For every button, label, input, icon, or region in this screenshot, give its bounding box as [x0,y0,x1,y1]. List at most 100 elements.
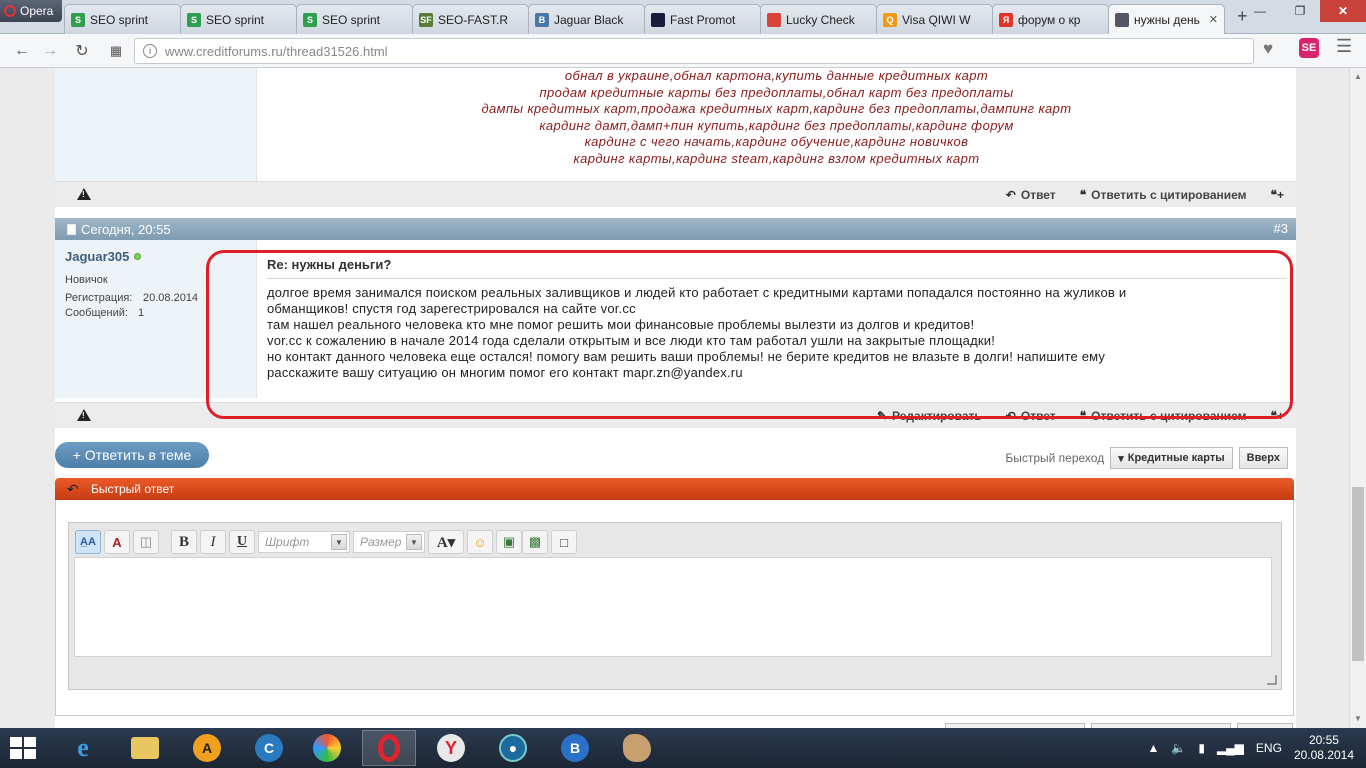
seo-extension-button[interactable]: SE [1299,38,1319,58]
reply-to-thread-button[interactable]: + Ответить в теме [55,442,209,468]
tab-close-icon[interactable]: ✕ [1209,13,1218,26]
report-warning-icon[interactable] [77,188,91,200]
smiley-icon[interactable]: ☺ [467,530,493,554]
browser-tab-10[interactable]: нужны день ✕ [1108,4,1225,34]
post-content: Re: нужны деньги? долгое время занимался… [257,240,1296,398]
opera-icon [378,734,400,762]
bookmark-heart-icon[interactable]: ♥ [1263,39,1273,59]
post-author[interactable]: Jaguar305 [65,249,256,264]
signature-line: дампы кредитных карт,продажа кредитных к… [481,101,1072,117]
reply-button[interactable]: ↶ Ответ [1006,409,1056,423]
browser-tab-2[interactable]: S SEO sprint [180,4,297,34]
windows-start-button[interactable] [10,737,38,759]
edit-post-button[interactable]: ✎ Редактировать [877,409,982,423]
message-textarea[interactable] [74,557,1272,657]
window-controls: — ❐ ✕ [1240,0,1366,22]
tab-favicon-icon [767,12,781,27]
tab-favicon-icon [1115,12,1129,27]
taskbar-media-player[interactable]: ● [486,730,540,766]
remove-format-icon[interactable]: A [104,530,130,554]
tray-clock[interactable]: 20:55 20.08.2014 [1294,733,1354,763]
taskbar-app-ball[interactable] [300,730,354,766]
collapse-arrow-icon[interactable]: ↶ [67,481,79,498]
sidebar-toggle-icon[interactable]: ☰ [1336,36,1352,57]
quick-reply-panel: A̲A A ◫ B I U Шрифт ▼ Размер ▼ A▾ ☺ ▣ ▩ □ [55,500,1294,716]
reload-button[interactable]: ↻ [72,41,92,61]
taskbar-opera[interactable] [362,730,416,766]
taskbar-app-b[interactable]: B [548,730,602,766]
insert-image-icon[interactable]: ▣ [496,530,522,554]
browser-tab-1[interactable]: S SEO sprint [64,4,181,34]
italic-button[interactable]: I [200,530,226,554]
opera-menu-label: Opera [20,4,54,18]
post-number-link[interactable]: #3 [1274,221,1288,236]
opera-menu-button[interactable]: Opera [0,0,62,22]
font-select[interactable]: Шрифт ▼ [258,531,350,553]
close-window-button[interactable]: ✕ [1320,0,1366,22]
reply-arrow-icon: ↶ [1005,188,1016,202]
scrollbar-thumb[interactable] [1352,487,1364,661]
tab-label: форум о кр [1018,12,1081,27]
prev-post-signature: обнал в украине,обнал картона,купить дан… [257,68,1296,168]
report-warning-icon[interactable] [77,409,91,421]
signature-line: кардинг с чего начать,кардинг обучение,к… [584,134,969,150]
browser-tab-5[interactable]: B Jaguar Black [528,4,645,34]
media-disc-icon: ● [499,734,527,762]
browser-tab-4[interactable]: SF SEO-FAST.R [412,4,529,34]
tab-label: нужны день [1134,12,1200,27]
quick-nav-select[interactable]: ▾ Кредитные карты [1110,447,1233,469]
page-scrollbar[interactable]: ▲ ▼ [1349,68,1366,728]
browser-tab-3[interactable]: S SEO sprint [296,4,413,34]
address-bar[interactable]: i www.creditforums.ru/thread31526.html [134,38,1254,64]
tab-label: SEO-FAST.R [438,12,509,27]
speed-dial-grid-icon[interactable]: ▦ [106,41,126,61]
browser-tab-8[interactable]: Q Visa QIWI W [876,4,993,34]
taskbar-app-c[interactable]: C [242,730,296,766]
tab-favicon-icon: S [187,12,201,27]
browser-tab-7[interactable]: Lucky Check [760,4,877,34]
maximize-button[interactable]: ❐ [1280,0,1320,22]
bold-button[interactable]: B [171,530,197,554]
multiquote-button[interactable]: ❝+ [1271,409,1284,423]
scroll-down-icon[interactable]: ▼ [1354,714,1362,723]
quick-reply-header[interactable]: ↶ Быстрый ответ [55,478,1294,500]
scroll-top-button[interactable]: Вверх [1238,447,1288,469]
prev-quote-button[interactable]: ❝ Ответить с цитированием [1080,188,1247,202]
taskbar-paint[interactable] [610,730,664,766]
author-name[interactable]: Jaguar305 [65,249,129,264]
taskbar-internet-explorer[interactable]: e [56,730,110,766]
tray-expand-icon[interactable]: ▲ [1148,741,1160,755]
taskbar-yandex[interactable]: Y [424,730,478,766]
signal-icon[interactable]: ▂▄▆ [1217,741,1244,755]
quote-bubble-icon: ❝ [1079,188,1087,202]
switch-editor-mode-icon[interactable]: A̲A [75,530,101,554]
taskbar-aimp[interactable]: A [180,730,234,766]
insert-quote-icon[interactable]: □ [551,530,577,554]
text-color-button[interactable]: A▾ [428,530,464,554]
browser-tab-6[interactable]: Fast Promot [644,4,761,34]
back-button[interactable]: ← [12,41,32,61]
online-status-icon [134,253,142,260]
resize-handle-icon[interactable] [1267,675,1277,685]
quote-button[interactable]: ❝ Ответить с цитированием [1080,409,1247,423]
tab-strip: S SEO sprint S SEO sprint S SEO sprint SF SEO-F… [64,4,1225,34]
underline-button[interactable]: U [229,530,255,554]
browser-tab-9[interactable]: Яфорум о кр [992,4,1109,34]
size-select[interactable]: Размер ▼ [353,531,425,553]
aimp-icon: A [193,734,221,762]
keyboard-lang[interactable]: ENG [1256,741,1282,755]
dropdown-triangle-icon: ▼ [406,534,422,550]
volume-icon[interactable]: 🔈 [1171,741,1186,755]
signature-line: продам кредитные карты без предоплаты,об… [539,84,1014,100]
prev-multiquote-button[interactable]: ❝+ [1271,188,1284,202]
palette-icon [623,734,651,762]
taskbar-file-explorer[interactable] [118,730,172,766]
forward-button[interactable]: → [40,41,60,61]
prev-reply-button[interactable]: ↶ Ответ [1006,188,1056,202]
paste-icon[interactable]: ◫ [133,530,159,554]
insert-video-icon[interactable]: ▩ [522,530,548,554]
site-info-icon[interactable]: i [143,44,157,58]
scroll-up-icon[interactable]: ▲ [1354,72,1362,81]
minimize-button[interactable]: — [1240,0,1280,22]
battery-icon[interactable]: ▮ [1198,741,1205,755]
